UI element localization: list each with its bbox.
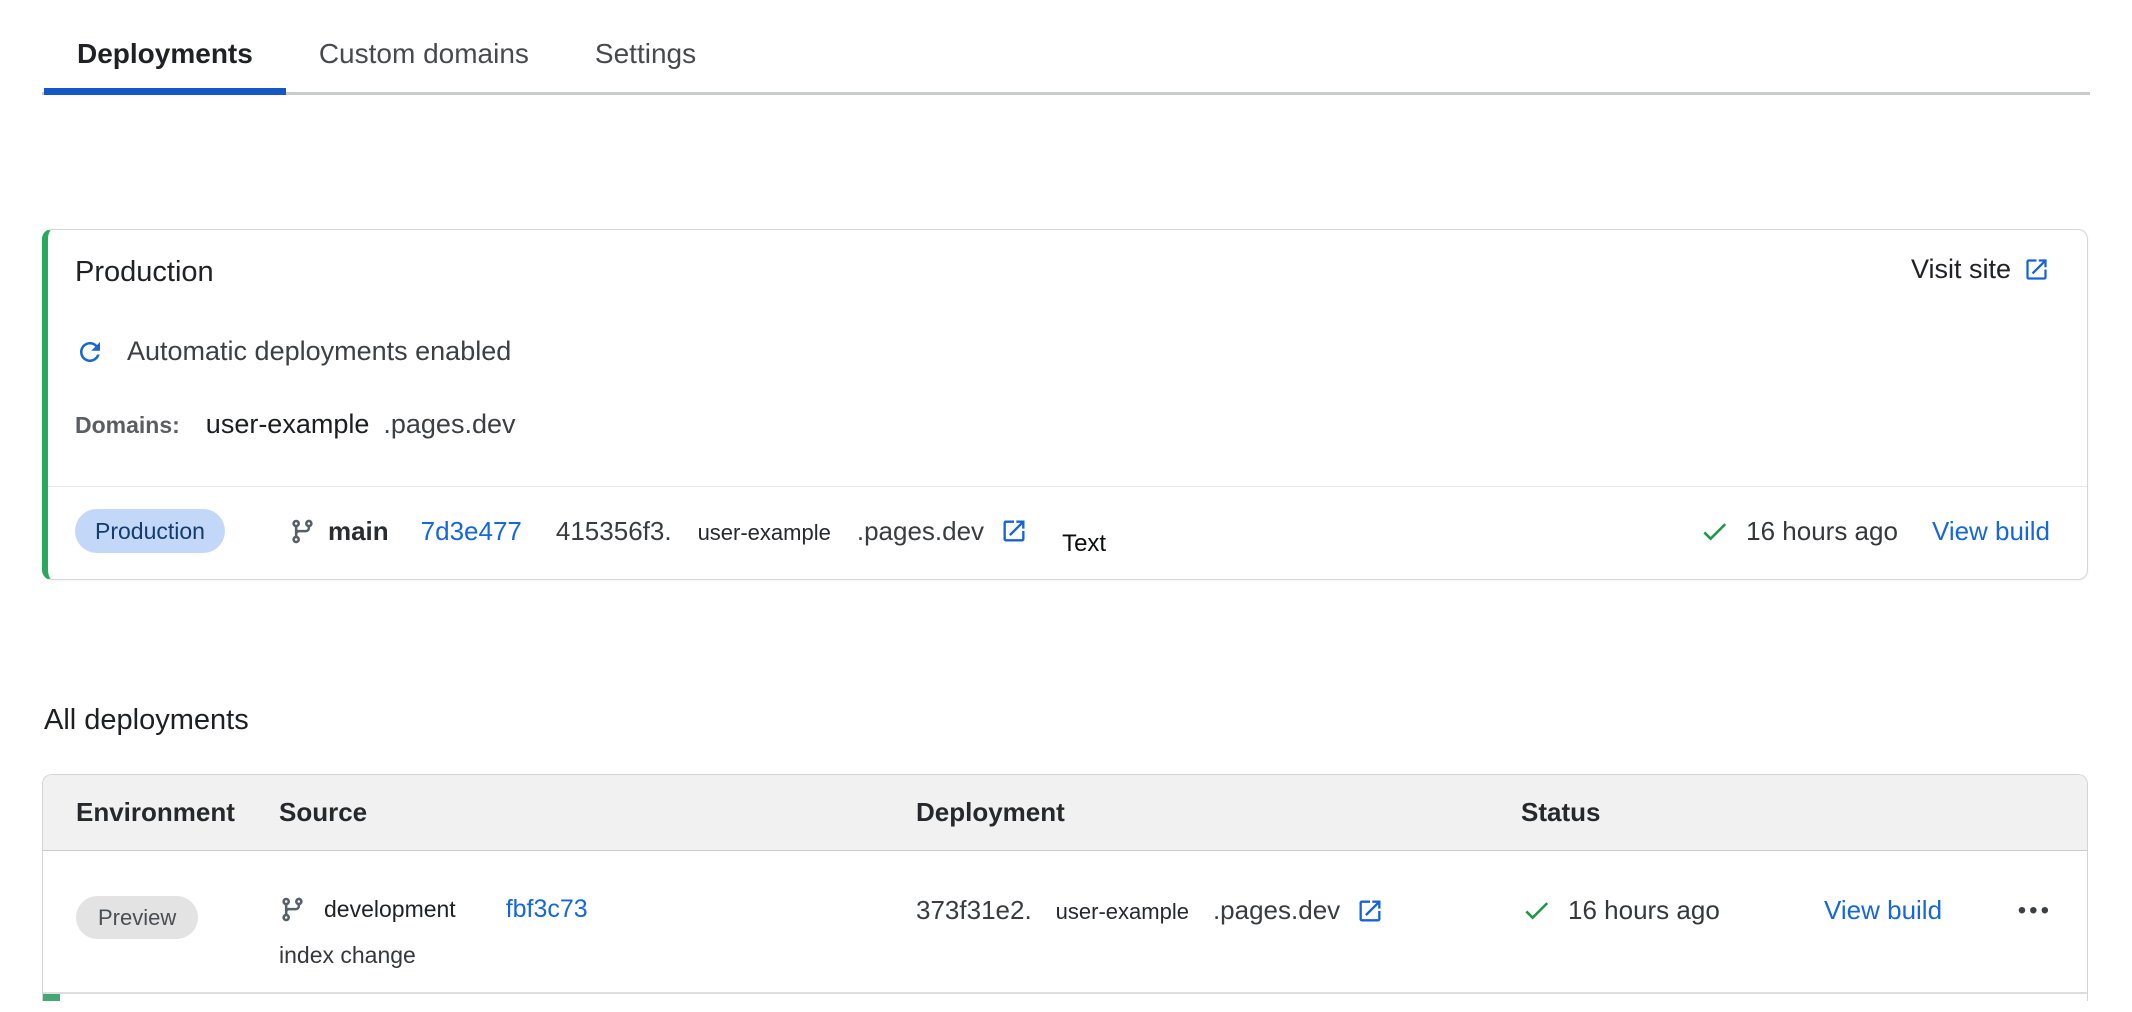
column-header-environment: Environment: [43, 797, 279, 828]
check-icon: [1521, 895, 1552, 926]
commit-message: index change: [279, 942, 916, 969]
commit-link[interactable]: fbf3c73: [506, 895, 588, 924]
production-card: Production Visit site Automatic deployme…: [42, 229, 2088, 580]
tab-deployments[interactable]: Deployments: [44, 0, 286, 95]
more-options-button[interactable]: •••: [2018, 896, 2087, 926]
next-row-peek: [43, 992, 2087, 1001]
external-link-icon[interactable]: [1356, 897, 1384, 925]
domains-label: Domains:: [75, 412, 180, 439]
deployment-url-suffix: .pages.dev: [1213, 895, 1340, 926]
deployments-table: Environment Source Deployment Status Pre…: [42, 774, 2088, 1001]
check-icon: [1699, 516, 1730, 547]
table-header-row: Environment Source Deployment Status: [43, 775, 2087, 851]
view-build-link[interactable]: View build: [1824, 895, 1942, 926]
all-deployments-heading: All deployments: [44, 704, 2132, 737]
next-row-green-indicator: [43, 994, 60, 1001]
visit-site-link[interactable]: Visit site: [1911, 254, 2050, 285]
tab-settings[interactable]: Settings: [562, 0, 729, 95]
deployment-url-name: user-example: [1056, 899, 1189, 925]
text-annotation: Text: [1062, 530, 1106, 558]
table-row: Preview development fbf3c73 index change…: [43, 851, 2087, 992]
external-link-icon: [2023, 256, 2050, 283]
deployment-url-prefix: 373f31e2.: [916, 895, 1032, 926]
deployment-time: 16 hours ago: [1746, 516, 1898, 547]
column-header-source: Source: [279, 797, 916, 828]
branch-name: development: [324, 896, 456, 923]
git-branch-icon: [289, 518, 316, 545]
tab-bar: Deployments Custom domains Settings: [0, 0, 2132, 95]
deployment-url-name: user-example: [698, 520, 831, 546]
column-header-status: Status: [1521, 797, 1824, 828]
production-card-title: Production: [75, 254, 214, 290]
visit-site-label: Visit site: [1911, 254, 2011, 285]
production-deployment-row: Production main 7d3e477 415356f3. user-e…: [48, 487, 2087, 575]
deployment-url-prefix: 415356f3.: [556, 516, 672, 547]
environment-badge: Preview: [76, 896, 198, 939]
branch-name: main: [328, 516, 389, 547]
git-branch-icon: [279, 896, 306, 923]
commit-link[interactable]: 7d3e477: [421, 516, 522, 547]
auto-deployments-status: Automatic deployments enabled: [127, 336, 511, 367]
deployment-url-suffix: .pages.dev: [857, 516, 984, 547]
deployment-time: 16 hours ago: [1568, 895, 1720, 926]
view-build-link[interactable]: View build: [1932, 516, 2050, 547]
column-header-deployment: Deployment: [916, 797, 1521, 828]
refresh-icon: [75, 337, 105, 367]
domain-name: user-example: [206, 409, 370, 440]
tab-custom-domains[interactable]: Custom domains: [286, 0, 562, 95]
external-link-icon[interactable]: [1000, 517, 1028, 545]
domain-suffix: .pages.dev: [383, 409, 515, 440]
environment-badge: Production: [75, 509, 225, 553]
